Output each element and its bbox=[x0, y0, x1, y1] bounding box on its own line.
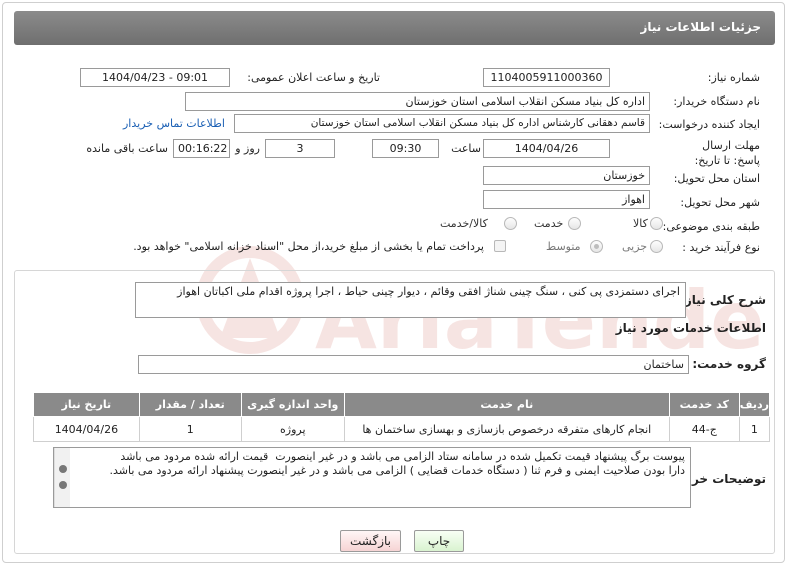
treasury-payment-checkbox[interactable] bbox=[494, 240, 506, 252]
scroll-down-dot-icon[interactable] bbox=[59, 481, 67, 489]
creator-label: ایجاد کننده درخواست: bbox=[658, 118, 760, 131]
column-header-row-number: ردیف bbox=[738, 392, 771, 417]
deadline-date-field[interactable]: 1404/04/26 bbox=[483, 139, 610, 158]
print-button[interactable]: چاپ bbox=[414, 530, 464, 552]
column-header-service-name: نام خدمت bbox=[343, 392, 670, 417]
buyer-org-label: نام دستگاه خریدار: bbox=[673, 95, 760, 108]
province-field[interactable]: خوزستان bbox=[483, 166, 650, 185]
column-header-need-date: تاریخ نیاز bbox=[33, 392, 140, 417]
column-header-service-code: کد خدمت bbox=[668, 392, 740, 417]
deadline-time-label: ساعت bbox=[451, 142, 481, 155]
category-option-goods-service: کالا/خدمت bbox=[440, 217, 488, 230]
scroll-up-dot-icon[interactable] bbox=[59, 465, 67, 473]
services-table: ردیف کد خدمت نام خدمت واحد اندازه گیری ت… bbox=[33, 392, 771, 442]
category-option-goods: کالا bbox=[633, 217, 648, 230]
buyer-org-field[interactable]: اداره کل بنیاد مسکن انقلاب اسلامی استان … bbox=[185, 92, 650, 111]
process-radio-minor[interactable] bbox=[650, 240, 663, 253]
need-number-field[interactable]: 1104005911000360 bbox=[483, 68, 610, 87]
row-number-cell: 1 bbox=[738, 416, 771, 442]
column-header-unit: واحد اندازه گیری bbox=[240, 392, 345, 417]
buyer-contact-link[interactable]: اطلاعات تماس خریدار bbox=[123, 117, 225, 130]
remaining-time-field[interactable]: 00:16:22 bbox=[173, 139, 230, 158]
category-radio-goods-service[interactable] bbox=[504, 217, 517, 230]
summary-label: شرح کلی نیاز: bbox=[680, 293, 766, 307]
service-name-cell: انجام کارهای متفرقه درخصوص بازسازی و بهس… bbox=[343, 416, 670, 442]
category-label: طبقه بندی موضوعی: bbox=[662, 220, 760, 233]
buyer-notes-textarea[interactable]: پیوست برگ پیشنهاد قیمت تکمیل شده در ساما… bbox=[53, 447, 691, 508]
quantity-cell: 1 bbox=[138, 416, 242, 442]
service-group-field[interactable]: ساختمان bbox=[138, 355, 689, 374]
notes-scrollbar[interactable] bbox=[54, 448, 70, 507]
summary-textarea[interactable]: اجرای دستمزدی پی کنی ، سنگ چینی شناژ افق… bbox=[135, 282, 686, 318]
process-option-minor: جزیی bbox=[622, 240, 648, 253]
process-option-medium: متوسط bbox=[546, 240, 581, 253]
table-row: 1 ج-44 انجام کارهای متفرقه درخصوص بازساز… bbox=[33, 416, 771, 442]
city-field[interactable]: اهواز bbox=[483, 190, 650, 209]
need-number-label: شماره نیاز: bbox=[707, 71, 760, 84]
province-label: استان محل تحویل: bbox=[673, 172, 760, 185]
category-option-service: خدمت bbox=[534, 217, 564, 230]
need-date-cell: 1404/04/26 bbox=[33, 416, 140, 442]
city-label: شهر محل تحویل: bbox=[680, 196, 760, 209]
process-label: نوع فرآیند خرید : bbox=[682, 241, 760, 254]
services-table-header: ردیف کد خدمت نام خدمت واحد اندازه گیری ت… bbox=[33, 392, 771, 417]
remaining-time-label: ساعت باقی مانده bbox=[86, 142, 168, 155]
days-remaining-field[interactable]: 3 bbox=[265, 139, 335, 158]
deadline-time-field[interactable]: 09:30 bbox=[372, 139, 439, 158]
service-code-cell: ج-44 bbox=[668, 416, 740, 442]
back-button[interactable]: بازگشت bbox=[340, 530, 401, 552]
services-section-title: اطلاعات خدمات مورد نیاز bbox=[615, 321, 766, 335]
unit-cell: پروژه bbox=[240, 416, 345, 442]
creator-field[interactable]: قاسم دهقانی کارشناس اداره کل بنیاد مسکن … bbox=[234, 114, 650, 133]
announce-date-label: تاریخ و ساعت اعلان عمومی: bbox=[247, 71, 380, 84]
category-radio-goods[interactable] bbox=[650, 217, 663, 230]
column-header-quantity: تعداد / مقدار bbox=[138, 392, 242, 417]
category-radio-service[interactable] bbox=[568, 217, 581, 230]
process-radio-medium[interactable] bbox=[590, 240, 603, 253]
service-group-label: گروه خدمت: bbox=[692, 357, 766, 371]
days-label: روز و bbox=[235, 142, 260, 155]
page-title: جزئیات اطلاعات نیاز bbox=[640, 20, 761, 34]
deadline-label: مهلت ارسال پاسخ: تا تاریخ: bbox=[694, 139, 760, 167]
page-header: جزئیات اطلاعات نیاز bbox=[14, 11, 775, 45]
treasury-payment-note: پرداخت تمام یا بخشی از مبلغ خرید،از محل … bbox=[133, 240, 484, 253]
announce-date-field[interactable]: 1404/04/23 - 09:01 bbox=[80, 68, 230, 87]
